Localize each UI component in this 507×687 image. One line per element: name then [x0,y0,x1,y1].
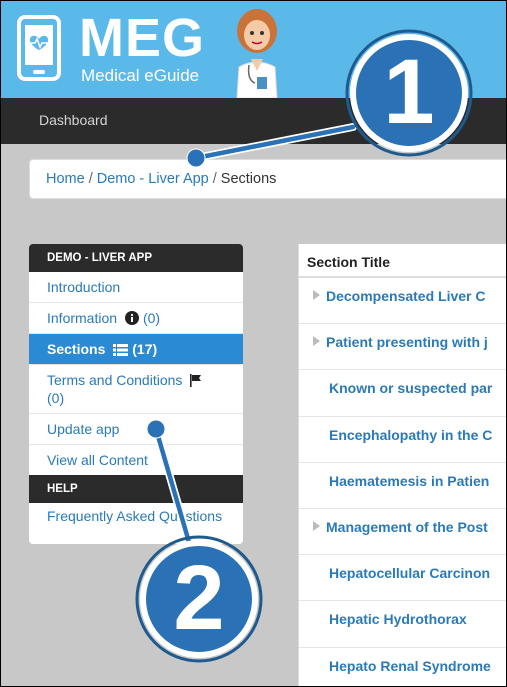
callout-two-number: 2 [173,547,225,649]
callout-two-pointer [146,419,195,553]
callout-one-pointer [186,123,357,168]
app-window: MEG Medical eGuide Dashboard Home / Demo -… [0,0,507,687]
callout-one-number: 1 [383,41,435,143]
